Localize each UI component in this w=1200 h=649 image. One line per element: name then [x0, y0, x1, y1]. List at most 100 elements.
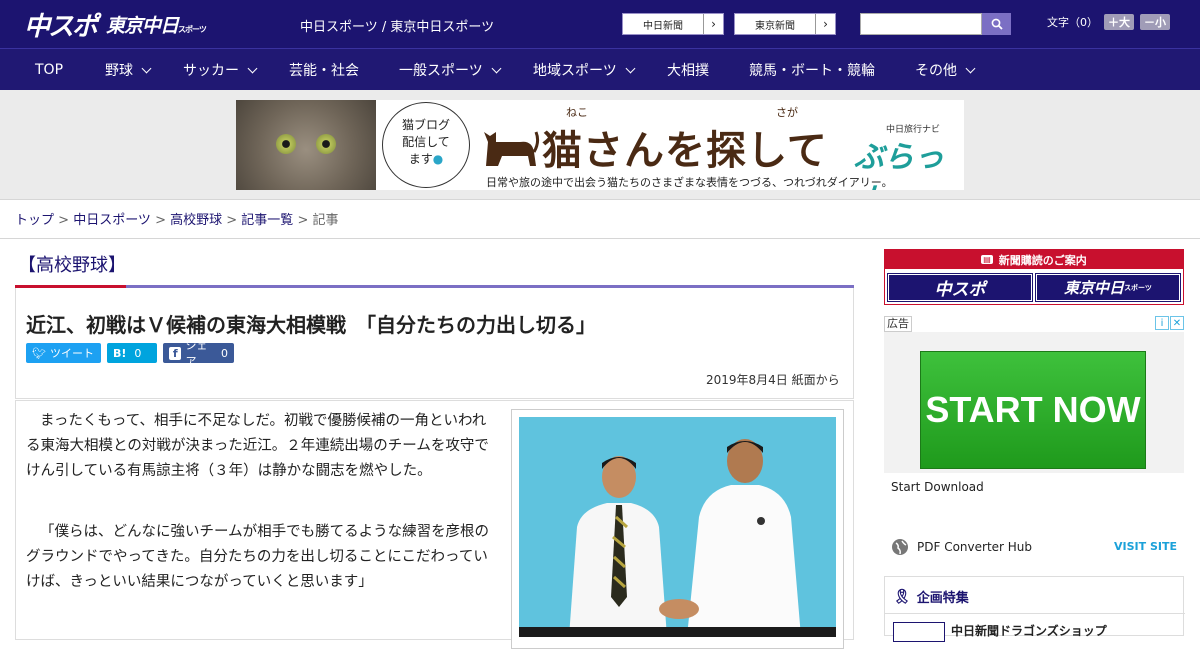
nav-item-top[interactable]: TOP [35, 49, 63, 91]
bubble-line: 配信して [402, 135, 450, 149]
font-decrease-button[interactable]: －小 [1140, 14, 1170, 30]
hatena-bookmark-button[interactable]: B! 0 [107, 343, 157, 363]
font-size-label: 文字（0） [1047, 16, 1098, 29]
ad-advertiser: PDF Converter Hub [917, 540, 1033, 554]
cat-silhouette-icon [484, 131, 540, 166]
logo-tokyo-chunichi: 東京中日スポーツ [106, 11, 207, 38]
globe-icon [892, 539, 908, 555]
tweet-button[interactable]: 🐦︎ ツイート [26, 343, 101, 363]
facebook-icon: f [169, 346, 182, 360]
nav-label: 芸能・社会 [289, 63, 359, 79]
breadcrumb-top[interactable]: トップ [15, 213, 54, 228]
ad-start-now-button[interactable]: START NOW [920, 351, 1146, 469]
article-paragraph: 「僕らは、どんなに強いチームが相手でも勝てるような練習を彦根のグラウンドでやって… [26, 524, 490, 590]
header-stripe-accent [15, 285, 126, 288]
header-stripe [15, 285, 854, 288]
font-increase-button[interactable]: ＋大 [1104, 14, 1134, 30]
breadcrumb-separator: > [54, 213, 74, 228]
breadcrumb-high-school-baseball[interactable]: 高校野球 [170, 213, 222, 228]
breadcrumb-article-list[interactable]: 記事一覧 [241, 213, 293, 228]
category-title: 【高校野球】 [18, 255, 126, 276]
newspaper-icon: ▤ [981, 255, 993, 264]
search-input[interactable] [860, 13, 982, 35]
subscription-title: 新聞購読のご案内 [998, 253, 1087, 267]
subscription-header: ▤ 新聞購読のご案内 [885, 250, 1183, 269]
ad-controls: i ✕ [1155, 316, 1184, 330]
article-photo [519, 417, 836, 637]
nav-label: TOP [35, 62, 64, 78]
cat-eye-left [276, 134, 296, 154]
logo-tokyo-sub: スポーツ [178, 24, 207, 34]
cat-blog-banner[interactable]: 猫ブログ 配信して ます● ねこ さが 猫さんを探して 中日旅行ナビ ぶらっ人 … [236, 100, 964, 190]
bubble-line-text: ます [408, 152, 433, 166]
breadcrumb-separator: > [293, 213, 313, 228]
breadcrumb-current: 記事 [312, 213, 339, 228]
font-size-control: 文字（0） ＋大 －小 [1047, 14, 1170, 30]
paper-button-label: 中日新聞 [643, 20, 683, 32]
chevron-down-icon [141, 63, 152, 73]
tokyo-chunichi-small: スポーツ [1124, 283, 1152, 292]
ad-visit-site-link[interactable]: VISIT SITE [1114, 540, 1177, 553]
ad-close-icon[interactable]: ✕ [1170, 316, 1184, 330]
logo-chuspo: 中スポ [24, 11, 98, 42]
special-feature-header: 🎗︎ 企画特集 [893, 587, 969, 607]
search-icon [991, 18, 1003, 30]
bubble-line: ます● [383, 151, 469, 168]
nav-label: 地域スポーツ [533, 63, 617, 79]
breadcrumb: トップ > 中日スポーツ > 高校野球 > 記事一覧 > 記事 [15, 209, 339, 228]
facebook-count: 0 [221, 346, 228, 360]
banner-subtitle: 日常や旅の途中で出会う猫たちのさまざまな表情をつづる、つれづれダイアリー。 [486, 176, 893, 189]
site-links[interactable]: 中日スポーツ / 東京中日スポーツ [300, 16, 494, 35]
top-header: 中スポ 東京中日スポーツ 中日スポーツ / 東京中日スポーツ 中日新聞 › 東京… [0, 0, 1200, 48]
ad-image-area: START NOW [884, 332, 1184, 473]
site-logo[interactable]: 中スポ 東京中日スポーツ [24, 6, 207, 42]
nav-item-racing[interactable]: 競馬・ボート・競輪 [749, 49, 875, 91]
tokyo-chunichi-subscribe-link[interactable]: 東京中日 スポーツ [1035, 273, 1181, 302]
special-feature-title: 企画特集 [916, 591, 969, 606]
advertisement: START NOW 広告 i ✕ Start Download PDF Conv… [884, 316, 1184, 566]
chuspo-subscribe-link[interactable]: 中スポ [887, 273, 1033, 302]
nav-label: 競馬・ボート・競輪 [749, 63, 875, 79]
nav-item-entertainment[interactable]: 芸能・社会 [289, 49, 359, 91]
nav-label: その他 [915, 63, 957, 79]
chevron-down-icon [491, 63, 502, 73]
twitter-icon: 🐦︎ [32, 346, 46, 360]
tweet-label: ツイート [49, 347, 94, 360]
search-button[interactable] [982, 13, 1011, 35]
nav-item-soccer[interactable]: サッカー [183, 49, 258, 91]
nav-item-baseball[interactable]: 野球 [105, 49, 152, 91]
breadcrumb-separator: > [150, 213, 171, 228]
tokyo-chunichi-label: 東京中日 [1064, 279, 1125, 297]
hatena-count: 0 [134, 346, 142, 360]
feature-item-link[interactable]: 中日新聞ドラゴンズショップ [951, 622, 1107, 639]
divider [885, 613, 1185, 614]
nav-label: 一般スポーツ [399, 63, 483, 79]
tokyo-shimbun-button[interactable]: 東京新聞 › [734, 13, 836, 35]
ribbon-icon: 🎗︎ [893, 588, 911, 605]
subscription-box: ▤ 新聞購読のご案内 中スポ 東京中日 スポーツ [884, 249, 1184, 305]
facebook-share-label: シェア [185, 339, 208, 368]
nav-item-other[interactable]: その他 [915, 49, 976, 91]
breadcrumb-separator: > [222, 213, 242, 228]
speech-bubble: 猫ブログ 配信して ます● [382, 102, 470, 188]
nav-label: サッカー [183, 63, 239, 79]
ad-label: 広告 [884, 316, 912, 332]
chunichi-shimbun-button[interactable]: 中日新聞 › [622, 13, 724, 35]
nav-item-local-sports[interactable]: 地域スポーツ [533, 49, 636, 91]
nav-label: 大相撲 [667, 63, 709, 79]
nav-label: 野球 [105, 63, 133, 79]
chevron-down-icon [247, 63, 258, 73]
ad-title[interactable]: Start Download [891, 480, 984, 494]
ad-info-icon[interactable]: i [1155, 316, 1169, 330]
article-date: 2019年8月4日 紙面から [706, 373, 840, 387]
feature-thumbnail[interactable] [893, 622, 945, 642]
breadcrumb-chunichi-sports[interactable]: 中日スポーツ [73, 213, 151, 228]
chevron-right-icon: › [815, 14, 835, 34]
nav-item-sumo[interactable]: 大相撲 [667, 49, 709, 91]
chevron-right-icon: › [703, 14, 723, 34]
facebook-share-button[interactable]: f シェア 0 [163, 339, 234, 368]
hatena-icon: B! [113, 346, 127, 360]
bubble-line: 猫ブログ [401, 118, 450, 132]
banner-title: 猫さんを探して [542, 128, 828, 174]
nav-item-general-sports[interactable]: 一般スポーツ [399, 49, 502, 91]
